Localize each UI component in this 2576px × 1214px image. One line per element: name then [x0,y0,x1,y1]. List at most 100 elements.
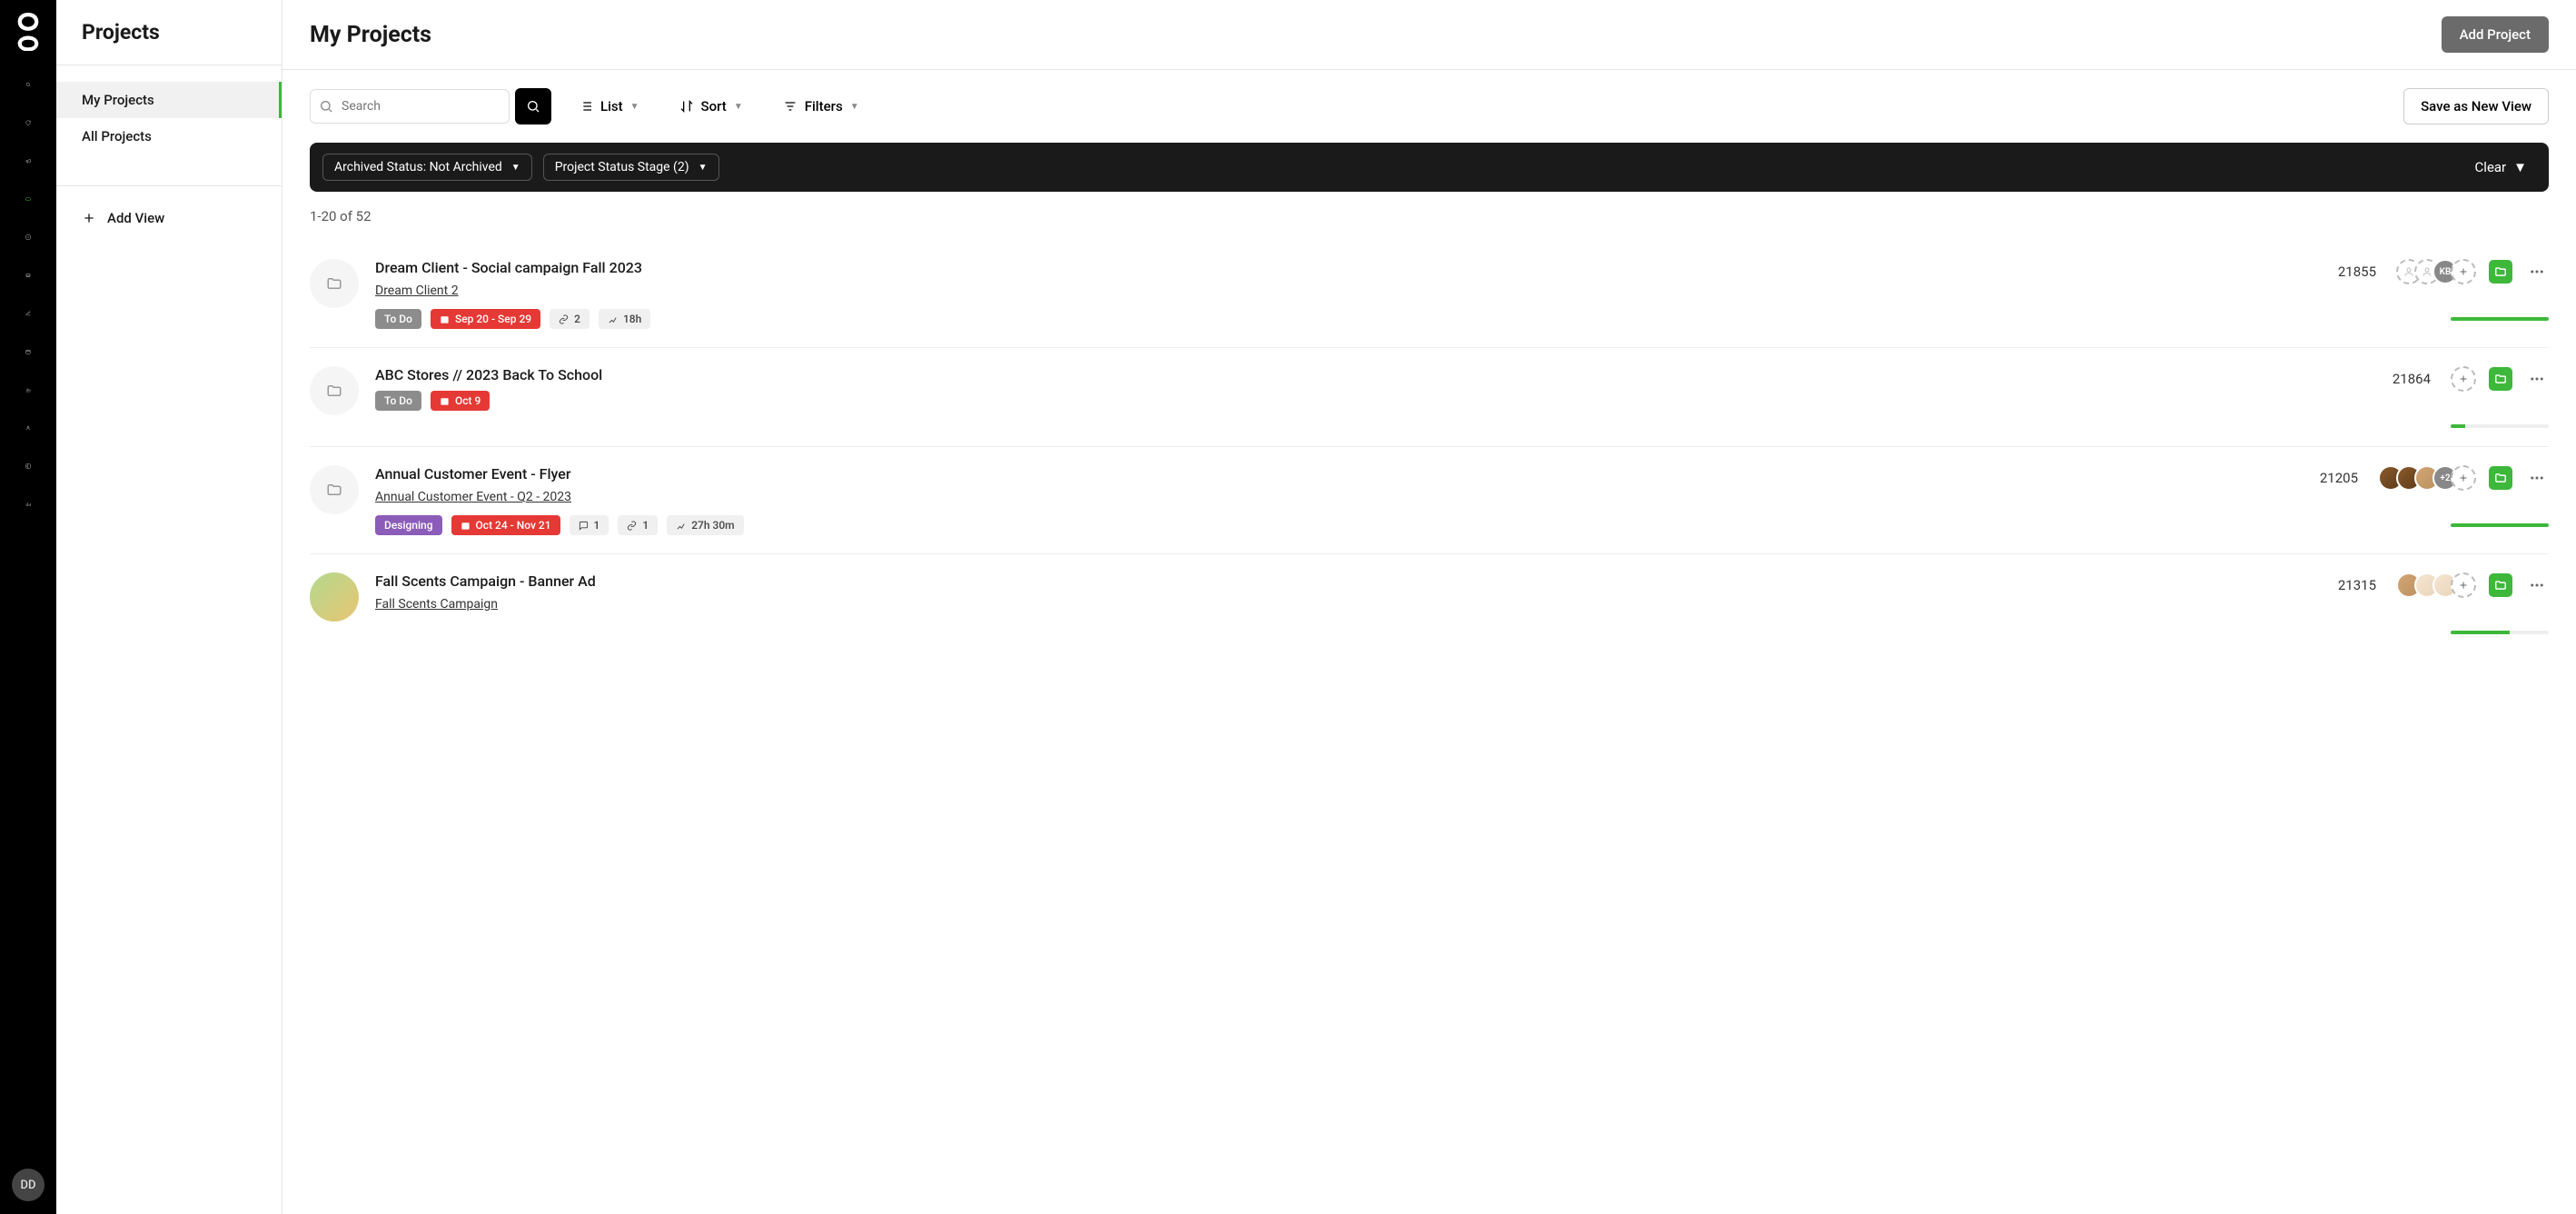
user-icon[interactable] [20,420,36,436]
open-folder-button[interactable] [2489,260,2512,284]
meta-tag: 18h [599,309,650,329]
date-tag: Sep 20 - Sep 29 [431,309,540,329]
project-thumbnail[interactable] [310,572,359,622]
main: My Projects Add Project List▼ Sort▼ [282,0,2576,1214]
open-folder-button[interactable] [2489,367,2512,391]
sidebar-title: Projects [56,0,282,65]
project-title[interactable]: Fall Scents Campaign - Banner Ad [375,572,2322,590]
list-icon [579,99,593,114]
project-parent-link[interactable]: Fall Scents Campaign [375,597,498,612]
view-list-button[interactable]: List▼ [566,89,652,124]
page-title: My Projects [310,22,431,48]
assignee-avatars[interactable]: KB [2396,259,2476,284]
analytics-icon[interactable] [20,496,36,512]
progress-bar [2451,424,2549,428]
status-tag: To Do [375,309,421,329]
assignee-avatars[interactable] [2451,366,2476,392]
app-logo[interactable] [13,13,44,51]
project-id: 21864 [2393,371,2431,387]
project-thumbnail[interactable] [310,465,359,514]
search-icon[interactable] [20,76,36,93]
sort-button[interactable]: Sort▼ [667,89,756,124]
status-tag: Designing [375,515,442,535]
calendar-icon[interactable] [20,343,36,360]
project-row[interactable]: Annual Customer Event - Flyer Annual Cust… [310,446,2549,553]
save-view-button[interactable]: Save as New View [2403,88,2549,124]
left-rail: DD [0,0,56,1214]
project-row[interactable]: ABC Stores // 2023 Back To School To Do O… [310,347,2549,446]
filter-icon [783,99,798,114]
layout-icon[interactable] [20,458,36,474]
project-thumbnail[interactable] [310,366,359,415]
open-folder-button[interactable] [2489,573,2512,597]
meta-tag: 1 [618,515,658,535]
search-icon [319,99,333,114]
edit-icon[interactable] [20,305,36,322]
chevron-down-icon: ▼ [734,102,743,112]
clear-filters-button[interactable]: Clear▼ [2466,154,2536,181]
filter-chip-archived[interactable]: Archived Status: Not Archived▼ [322,154,532,181]
topbar: My Projects Add Project [282,0,2576,70]
more-menu-button[interactable] [2525,367,2549,391]
project-parent-link[interactable]: Dream Client 2 [375,284,459,298]
user-avatar[interactable]: DD [12,1169,45,1201]
chart-icon[interactable] [20,382,36,398]
toolbar: List▼ Sort▼ Filters▼ Save as New View [282,70,2576,143]
more-menu-button[interactable] [2525,573,2549,597]
project-row[interactable]: Dream Client - Social campaign Fall 2023… [310,241,2549,347]
project-thumbnail[interactable] [310,259,359,308]
sort-icon [679,99,694,114]
more-menu-button[interactable] [2525,260,2549,284]
date-tag: Oct 9 [431,391,490,411]
add-view-button[interactable]: Add View [56,201,282,235]
chevron-down-icon: ▼ [2513,159,2527,175]
plus-icon [82,211,96,225]
project-list: Dream Client - Social campaign Fall 2023… [282,241,2576,652]
add-assignee-button[interactable] [2451,259,2476,284]
progress-bar [2451,631,2549,634]
chevron-down-icon: ▼ [698,163,708,173]
project-parent-link[interactable]: Annual Customer Event - Q2 - 2023 [375,490,571,504]
filters-button[interactable]: Filters▼ [770,89,872,124]
chevron-down-icon: ▼ [511,163,520,173]
assignee-avatars[interactable]: +2 [2378,465,2476,491]
meta-tag: 27h 30m [667,515,743,535]
check-icon[interactable] [20,229,36,245]
result-count: 1-20 of 52 [282,192,2576,241]
project-title[interactable]: Dream Client - Social campaign Fall 2023 [375,259,2322,276]
project-title[interactable]: ABC Stores // 2023 Back To School [375,366,2376,383]
project-title[interactable]: Annual Customer Event - Flyer [375,465,2304,483]
chevron-down-icon: ▼ [850,102,859,112]
add-view-label: Add View [107,210,164,226]
nav-all-projects[interactable]: All Projects [56,118,282,154]
folder-icon[interactable] [20,191,36,207]
active-filters-bar: Archived Status: Not Archived▼ Project S… [310,143,2549,192]
progress-bar [2451,523,2549,527]
project-id: 21855 [2338,264,2376,280]
status-tag: To Do [375,391,421,411]
megaphone-icon[interactable] [20,153,36,169]
progress-bar [2451,317,2549,321]
meta-tag: 2 [550,309,590,329]
add-project-button[interactable]: Add Project [2442,16,2549,53]
nav-my-projects[interactable]: My Projects [56,82,282,118]
project-id: 21205 [2320,470,2358,486]
search-input[interactable] [310,89,510,124]
add-assignee-button[interactable] [2451,572,2476,598]
open-folder-button[interactable] [2489,466,2512,490]
date-tag: Oct 24 - Nov 21 [451,515,560,535]
filter-chip-status[interactable]: Project Status Stage (2)▼ [543,154,719,181]
chevron-down-icon: ▼ [630,102,639,112]
add-assignee-button[interactable] [2451,366,2476,392]
refresh-icon[interactable] [20,114,36,131]
sidebar: Projects My Projects All Projects Add Vi… [56,0,282,1214]
search-button[interactable] [515,88,551,124]
more-menu-button[interactable] [2525,466,2549,490]
sidebar-nav: My Projects All Projects [56,65,282,171]
project-id: 21315 [2338,577,2376,593]
add-assignee-button[interactable] [2451,465,2476,491]
project-row[interactable]: Fall Scents Campaign - Banner Ad Fall Sce… [310,553,2549,652]
inbox-icon[interactable] [20,267,36,284]
meta-tag: 1 [570,515,609,535]
assignee-avatars[interactable] [2396,572,2476,598]
